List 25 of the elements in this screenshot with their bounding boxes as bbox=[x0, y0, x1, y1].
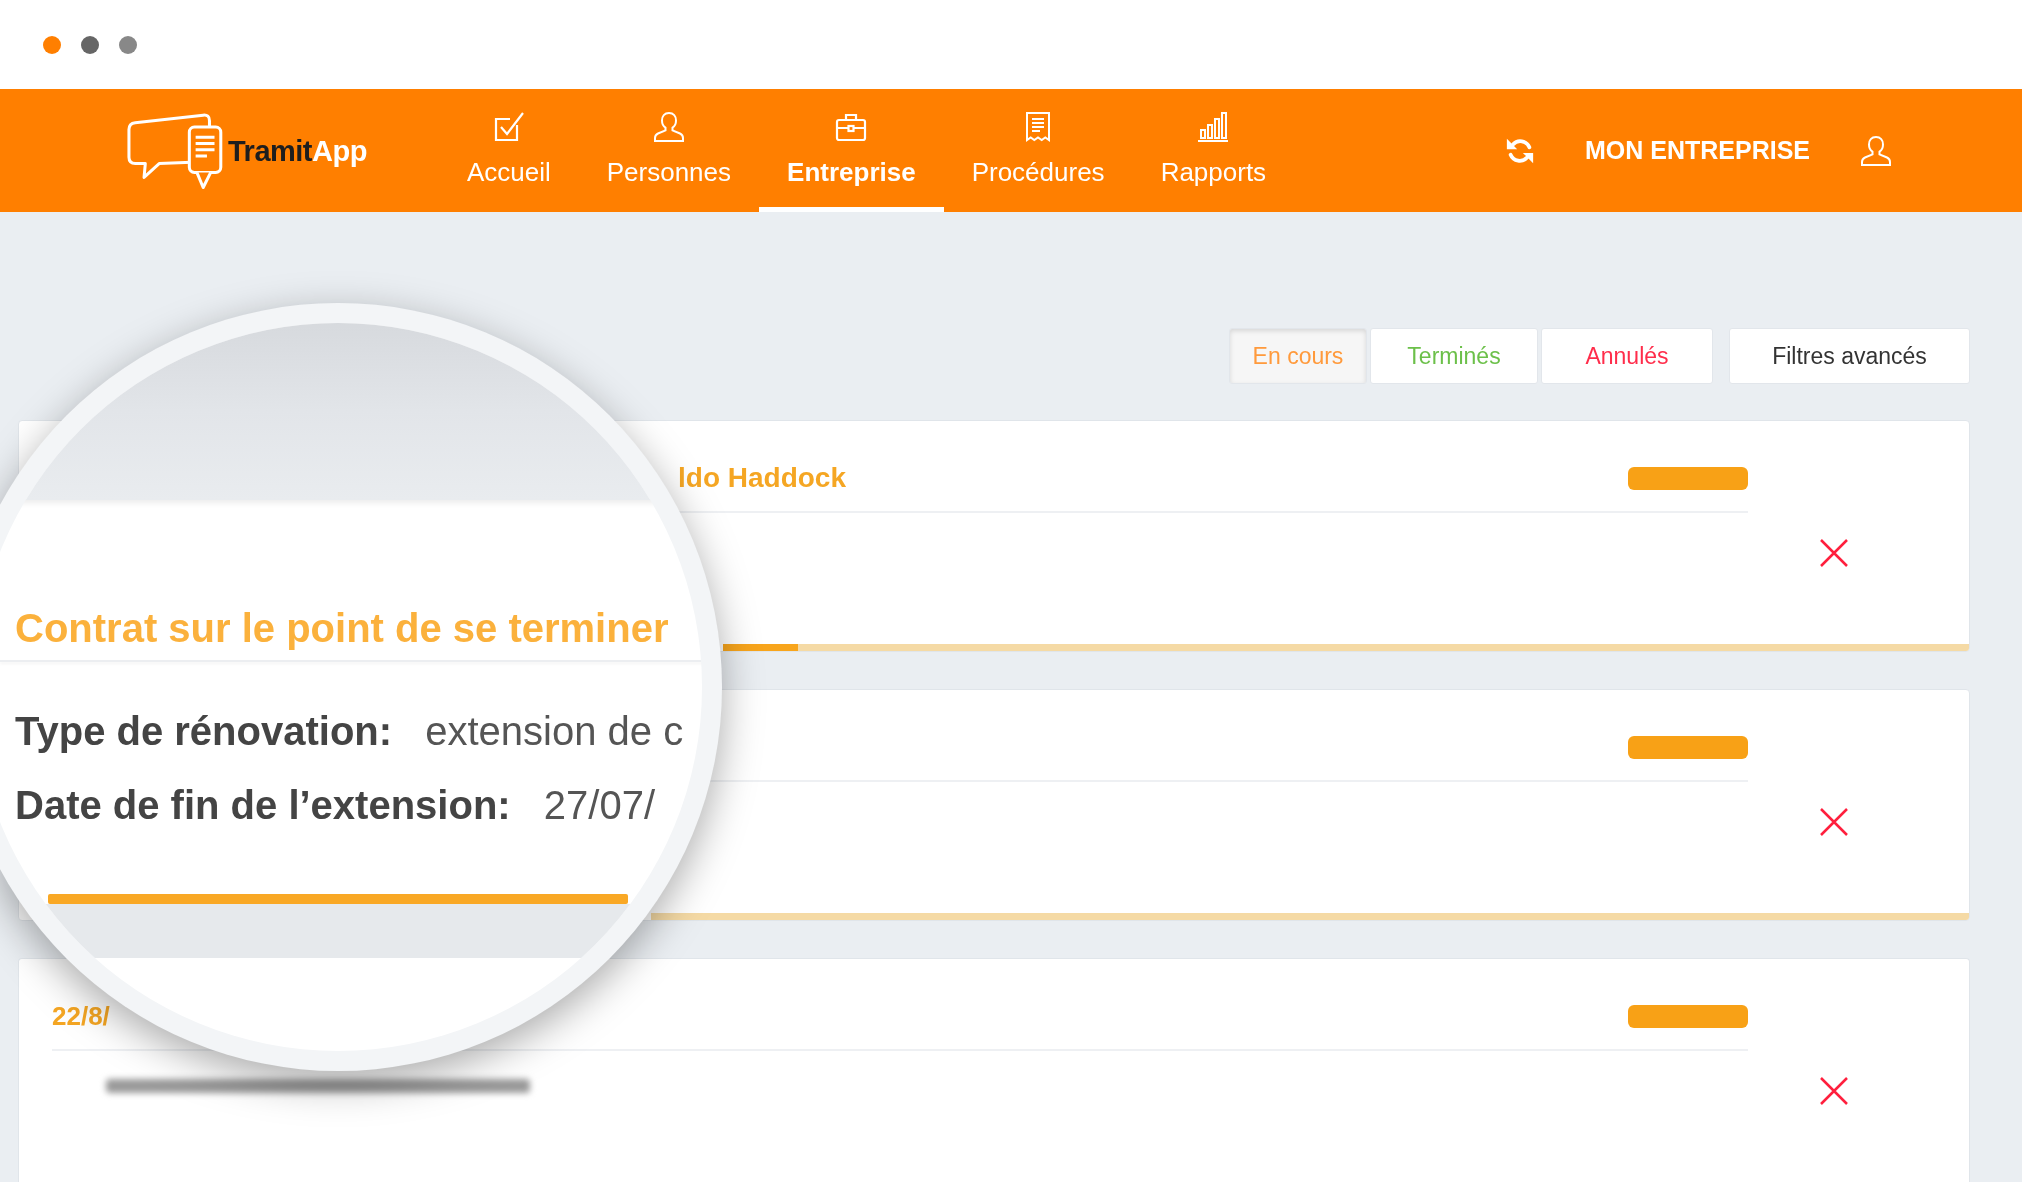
advanced-filters-button[interactable]: Filtres avancés bbox=[1729, 328, 1970, 384]
filter-tab[interactable]: Terminés bbox=[1370, 328, 1538, 384]
speech-bubble-logo-icon bbox=[126, 111, 225, 190]
card-date: 22/8/ bbox=[52, 1001, 110, 1031]
magnified-detail: Date de fin de l’extension: 27/07/ bbox=[15, 782, 656, 829]
company-menu[interactable]: MON ENTREPRISE bbox=[1584, 131, 1810, 170]
close-icon[interactable] bbox=[1818, 1075, 1850, 1107]
close-icon[interactable] bbox=[1818, 537, 1850, 569]
briefcase-icon bbox=[835, 111, 868, 143]
user-icon[interactable] bbox=[1860, 134, 1892, 167]
nav-tab[interactable]: Procédures bbox=[943, 89, 1133, 212]
filter-tab[interactable]: En cours bbox=[1229, 328, 1367, 384]
nav-tab[interactable]: Entreprise bbox=[759, 89, 944, 212]
close-icon[interactable] bbox=[1818, 806, 1850, 838]
logo-wordmark: TramitApp bbox=[228, 133, 367, 168]
magnified-detail: Type de rénovation: extension de c bbox=[15, 708, 685, 755]
filter-tab[interactable]: Annulés bbox=[1541, 328, 1713, 384]
card-title: ldo Haddock bbox=[678, 462, 846, 494]
nav-tab[interactable]: Personnes bbox=[578, 89, 760, 212]
person-icon bbox=[652, 111, 685, 143]
magnified-title: Contrat sur le point de se terminer bbox=[15, 605, 670, 652]
nav-tab[interactable]: Rapports bbox=[1132, 89, 1295, 212]
bar-chart-icon bbox=[1197, 111, 1230, 143]
checkbox-icon bbox=[492, 111, 525, 143]
nav-tab[interactable]: Accueil bbox=[438, 89, 579, 212]
